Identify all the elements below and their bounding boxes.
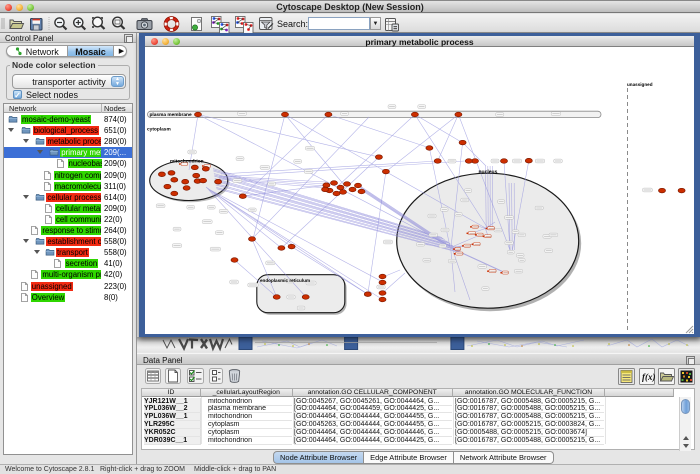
svg-text:nucleus: nucleus	[479, 170, 498, 176]
svg-text:unassigned: unassigned	[627, 82, 653, 87]
svg-text:mitochondrion: mitochondrion	[170, 159, 204, 165]
svg-text:endoplasmic reticulum: endoplasmic reticulum	[260, 278, 310, 283]
svg-text:cytoplasm: cytoplasm	[147, 127, 171, 133]
svg-text:f(x): f(x)	[642, 372, 656, 382]
svg-text:plasma membrane: plasma membrane	[150, 112, 192, 118]
